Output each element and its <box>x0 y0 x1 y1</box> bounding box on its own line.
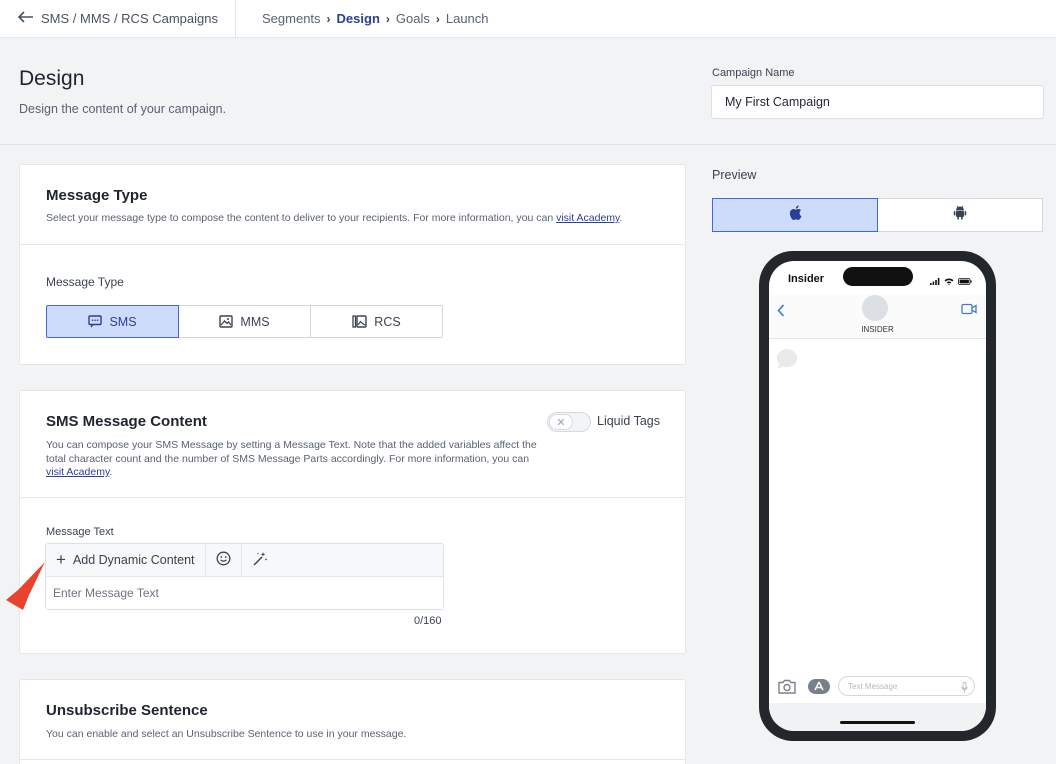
top-bar: SMS / MMS / RCS Campaigns Segments › Des… <box>0 0 1056 38</box>
visit-academy-link[interactable]: visit Academy <box>556 212 619 224</box>
breadcrumb-segments[interactable]: Segments <box>262 11 321 26</box>
preview-os-selector <box>712 198 1043 232</box>
message-text-input[interactable] <box>46 577 443 609</box>
status-icons <box>930 272 972 290</box>
rcs-icon <box>352 315 367 328</box>
pointer-arrow-icon <box>5 562 47 617</box>
breadcrumb-launch[interactable]: Launch <box>446 11 489 26</box>
message-type-rcs-option[interactable]: RCS <box>310 305 443 338</box>
visit-academy-link[interactable]: visit Academy <box>46 466 109 478</box>
breadcrumb-design[interactable]: Design <box>337 11 380 26</box>
preview-android-option[interactable] <box>877 198 1043 232</box>
contact-name: INSIDER <box>861 325 894 334</box>
add-dynamic-content-button[interactable]: + Add Dynamic Content <box>46 543 206 577</box>
phone-status-bar: Insider <box>769 261 986 295</box>
message-text-editor: + Add Dynamic Content <box>45 543 444 610</box>
description-suffix: . <box>109 466 113 478</box>
home-indicator <box>840 721 915 724</box>
chevron-right-icon: › <box>435 11 440 26</box>
ai-magic-button[interactable] <box>242 544 278 577</box>
sms-content-card: SMS Message Content You can compose your… <box>19 390 686 654</box>
close-icon: ✕ <box>549 414 573 430</box>
apple-icon <box>789 205 802 225</box>
editor-toolbar: + Add Dynamic Content <box>46 543 443 577</box>
preview-ios-option[interactable] <box>712 198 878 232</box>
message-type-title: Message Type <box>46 187 148 204</box>
plus-icon: + <box>56 550 66 569</box>
video-call-icon[interactable] <box>961 302 977 320</box>
description-suffix: . <box>619 212 623 224</box>
liquid-tags-toggle[interactable]: ✕ <box>547 412 591 432</box>
arrow-left-icon <box>17 10 34 28</box>
preview-label: Preview <box>712 168 757 182</box>
keyboard-area <box>769 703 986 731</box>
campaign-name-input[interactable] <box>711 85 1044 119</box>
description-text: You can compose your SMS Message by sett… <box>46 439 537 465</box>
image-icon <box>219 315 234 328</box>
unsubscribe-title: Unsubscribe Sentence <box>46 702 208 719</box>
dynamic-island <box>843 267 913 286</box>
rcs-option-label: RCS <box>374 314 401 329</box>
message-type-mms-option[interactable]: MMS <box>178 305 311 338</box>
signal-icon <box>930 272 940 290</box>
app-store-icon[interactable] <box>807 678 831 700</box>
microphone-icon[interactable] <box>961 680 968 698</box>
sms-option-label: SMS <box>109 314 137 329</box>
add-dynamic-content-label: Add Dynamic Content <box>72 553 195 567</box>
breadcrumb-goals[interactable]: Goals <box>396 11 430 26</box>
message-type-field-label: Message Type <box>46 275 124 289</box>
chevron-right-icon: › <box>326 11 331 26</box>
message-type-description: Select your message type to compose the … <box>46 212 666 226</box>
carrier-label: Insider <box>788 273 825 285</box>
header-divider <box>0 144 1056 145</box>
message-compose-bar: Text Message <box>769 673 986 701</box>
message-type-sms-option[interactable]: SMS <box>46 305 179 338</box>
breadcrumb: Segments › Design › Goals › Launch <box>236 11 489 26</box>
page-subtitle: Design the content of your campaign. <box>19 102 227 116</box>
back-label: SMS / MMS / RCS Campaigns <box>41 11 218 26</box>
text-message-field[interactable]: Text Message <box>838 676 975 696</box>
mms-option-label: MMS <box>240 314 270 329</box>
chevron-right-icon: › <box>385 11 390 26</box>
phone-screen: Insider INSIDER Text Message <box>769 261 986 731</box>
unsubscribe-description: You can enable and select an Unsubscribe… <box>46 728 407 740</box>
sms-icon <box>88 315 103 328</box>
back-to-campaigns-link[interactable]: SMS / MMS / RCS Campaigns <box>0 0 236 38</box>
chat-header: INSIDER <box>769 295 986 339</box>
emoji-button[interactable] <box>206 543 242 577</box>
liquid-tags-label: Liquid Tags <box>597 414 661 428</box>
magic-wand-icon <box>252 551 268 570</box>
campaign-name-label: Campaign Name <box>712 67 795 79</box>
message-bubble <box>775 347 799 376</box>
battery-icon <box>958 272 972 290</box>
character-counter: 0/160 <box>414 615 442 627</box>
page-title: Design <box>19 67 85 90</box>
message-type-card: Message Type Select your message type to… <box>19 164 686 365</box>
emoji-icon <box>216 551 231 569</box>
card-divider <box>20 497 685 498</box>
sms-content-title: SMS Message Content <box>46 413 207 430</box>
camera-icon[interactable] <box>777 679 797 699</box>
description-text: Select your message type to compose the … <box>46 212 557 224</box>
sms-content-description: You can compose your SMS Message by sett… <box>46 439 541 480</box>
contact-avatar <box>862 295 888 321</box>
card-divider <box>20 244 685 245</box>
phone-mockup: Insider INSIDER Text Message <box>759 251 996 741</box>
chevron-left-icon[interactable] <box>777 304 785 322</box>
message-type-selector: SMS MMS RCS <box>46 305 443 338</box>
wifi-icon <box>944 272 954 290</box>
android-icon <box>953 205 967 225</box>
message-text-label: Message Text <box>46 526 114 538</box>
card-divider <box>20 759 685 760</box>
unsubscribe-card: Unsubscribe Sentence You can enable and … <box>19 679 686 764</box>
